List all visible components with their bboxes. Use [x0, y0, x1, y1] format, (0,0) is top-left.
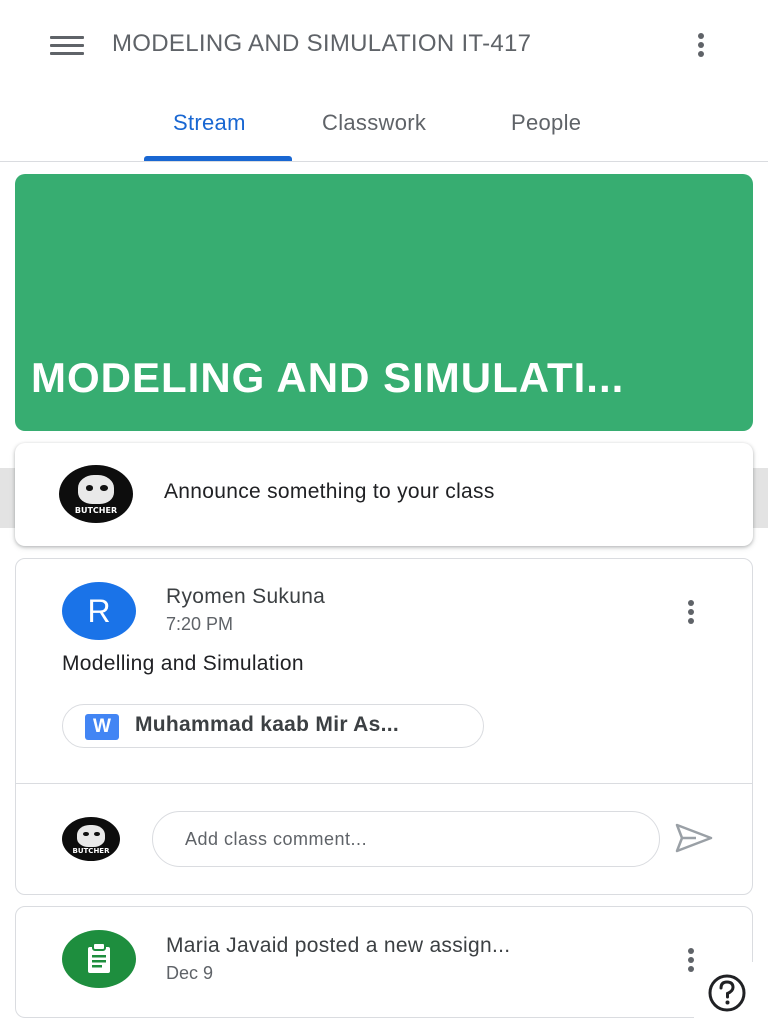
comment-input[interactable] — [183, 824, 627, 854]
send-icon[interactable] — [674, 821, 714, 855]
menu-icon[interactable] — [48, 30, 86, 60]
author-avatar[interactable]: R — [62, 582, 136, 640]
more-options-icon[interactable] — [686, 30, 716, 60]
commenter-avatar: BUTCHER — [62, 817, 120, 861]
announce-placeholder: Announce something to your class — [164, 480, 495, 503]
more-options-icon[interactable] — [676, 597, 706, 627]
avatar-label: BUTCHER — [74, 505, 118, 515]
tab-classwork[interactable]: Classwork — [322, 110, 426, 136]
help-icon[interactable] — [694, 962, 760, 1022]
attachment-label: Muhammad kaab Mir As... — [135, 713, 400, 736]
user-avatar: BUTCHER — [59, 465, 133, 523]
assignment-date: Dec 9 — [166, 963, 214, 983]
post-author: Ryomen Sukuna — [166, 585, 326, 608]
assignment-title: Maria Javaid posted a new assign... — [166, 934, 511, 957]
tab-people[interactable]: People — [511, 110, 581, 136]
tab-stream[interactable]: Stream — [173, 110, 246, 136]
comment-field[interactable] — [152, 811, 660, 867]
dog-image — [78, 475, 114, 505]
class-banner: MODELING AND SIMULATI... — [15, 174, 753, 431]
divider — [16, 783, 752, 784]
attachment-chip[interactable]: W Muhammad kaab Mir As... — [62, 704, 484, 748]
avatar-label: BUTCHER — [72, 846, 110, 855]
active-tab-indicator — [144, 156, 292, 161]
post-body: Modelling and Simulation — [62, 652, 304, 675]
dog-image — [77, 824, 105, 847]
tab-bar: Stream Classwork People — [0, 96, 768, 162]
assignment-post[interactable]: Maria Javaid posted a new assign... Dec … — [15, 906, 753, 1018]
app-bar: MODELING AND SIMULATION IT-417 — [0, 0, 768, 90]
page-title: MODELING AND SIMULATION IT-417 — [112, 30, 532, 57]
announce-box[interactable]: BUTCHER Announce something to your class — [15, 443, 753, 546]
word-doc-icon: W — [85, 714, 119, 740]
class-title: MODELING AND SIMULATI... — [31, 354, 625, 401]
post-time: 7:20 PM — [166, 614, 234, 634]
stream-post: R Ryomen Sukuna 7:20 PM Modelling and Si… — [15, 558, 753, 895]
assignment-icon — [62, 930, 136, 988]
